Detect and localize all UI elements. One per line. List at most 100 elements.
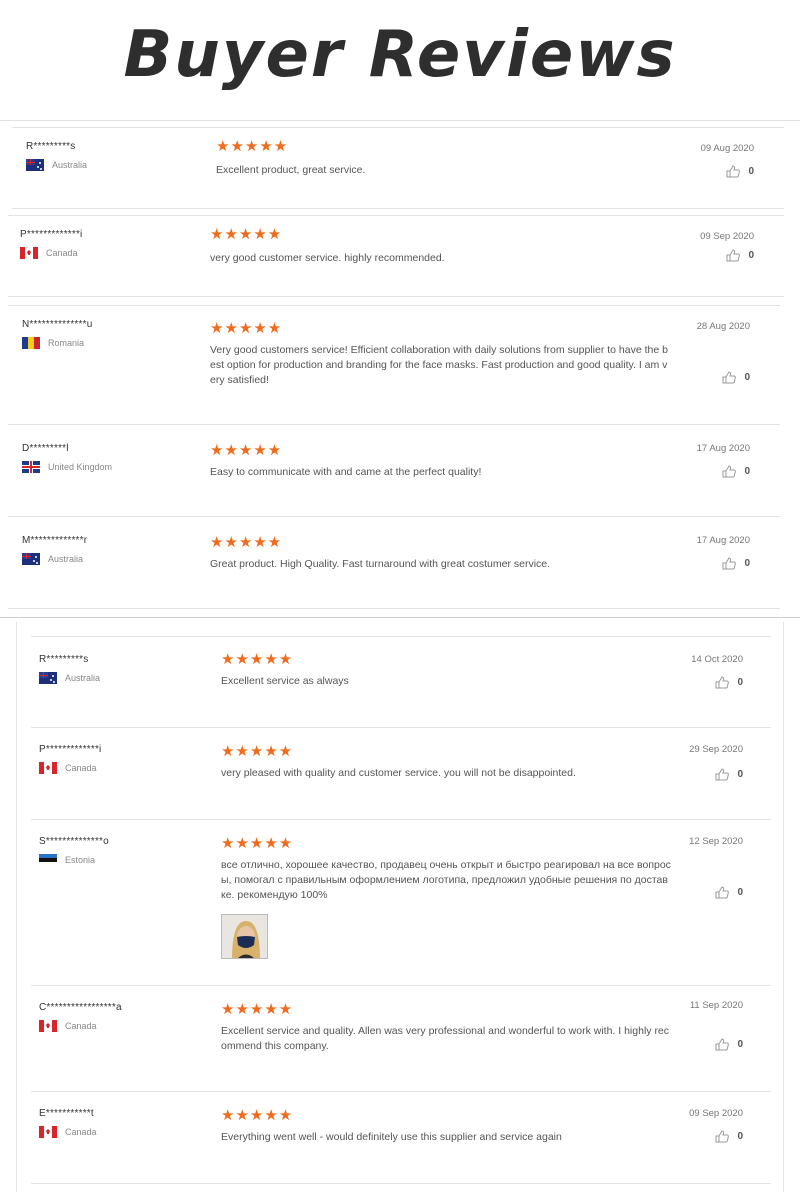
review-item: E***********t Canada ★★★★★ Everything we… <box>31 1092 771 1184</box>
star-rating: ★★★★★ <box>210 320 283 337</box>
canada-flag-icon <box>39 762 57 774</box>
star-rating: ★★★★★ <box>210 442 283 459</box>
review-item: P*************i Canada ★★★★★ very good c… <box>8 215 784 297</box>
star-rating: ★★★★★ <box>216 138 289 155</box>
like-count: 0 <box>737 887 743 898</box>
thumbs-up-icon <box>715 768 730 781</box>
buyer-name: P*************i <box>20 229 83 240</box>
review-item: R*********s Australia ★★★★★ Excellent se… <box>31 636 771 728</box>
review-photo-thumbnail[interactable] <box>221 914 268 959</box>
review-item: R*********s Australia ★★★★★ Excellent pr… <box>12 127 784 209</box>
thumbs-up-icon <box>715 1038 730 1051</box>
review-date: 28 Aug 2020 <box>696 321 750 332</box>
country-label: Australia <box>52 160 88 170</box>
star-rating: ★★★★★ <box>221 1001 294 1018</box>
like-button[interactable]: 0 <box>715 768 743 781</box>
buyer-country: United Kingdom <box>22 461 112 473</box>
masked-person-photo <box>222 915 267 958</box>
review-text: Easy to communicate with and came at the… <box>210 466 482 478</box>
review-item: N**************u Romania ★★★★★ Very good… <box>8 305 780 425</box>
review-text: Very good customers service! Efficient c… <box>210 344 668 386</box>
country-label: Australia <box>65 673 101 683</box>
review-item: S**************o Estonia ★★★★★ все отлич… <box>31 820 771 986</box>
thumbs-up-icon <box>715 1130 730 1143</box>
buyer-name: S**************o <box>39 836 109 847</box>
romania-flag-icon <box>22 337 40 349</box>
review-text: Everything went well - would definitely … <box>221 1131 562 1143</box>
country-label: Canada <box>65 1021 97 1031</box>
like-button[interactable]: 0 <box>715 886 743 899</box>
review-text: Excellent service and quality. Allen was… <box>221 1025 670 1052</box>
review-text: Great product. High Quality. Fast turnar… <box>210 558 551 570</box>
review-text: все отлично, хорошее качество, продавец … <box>221 859 671 901</box>
canada-flag-icon <box>39 1020 57 1032</box>
review-date: 14 Oct 2020 <box>691 654 743 665</box>
page-title: Buyer Reviews <box>123 18 677 92</box>
review-text: Excellent product, great service. <box>216 164 366 176</box>
star-rating: ★★★★★ <box>221 743 294 760</box>
review-date: 17 Aug 2020 <box>696 535 750 546</box>
thumbs-up-icon <box>722 557 737 570</box>
buyer-country: Australia <box>26 159 87 171</box>
country-label: Australia <box>48 554 84 564</box>
buyer-country: Canada <box>39 1126 97 1138</box>
review-date: 17 Aug 2020 <box>696 443 750 454</box>
star-rating: ★★★★★ <box>221 651 294 668</box>
country-label: Canada <box>65 1127 97 1137</box>
review-date: 12 Sep 2020 <box>689 836 743 847</box>
country-label: Romania <box>48 338 85 348</box>
thumbs-up-icon <box>715 676 730 689</box>
reviews-panel-2: R*********s Australia ★★★★★ Excellent se… <box>16 622 784 1192</box>
like-count: 0 <box>748 166 754 177</box>
buyer-country: Canada <box>39 1020 97 1032</box>
country-label: Estonia <box>65 855 96 865</box>
review-date: 11 Sep 2020 <box>689 1000 743 1011</box>
review-item: P*************i Canada ★★★★★ very please… <box>31 728 771 820</box>
review-text: very good customer service. highly recom… <box>210 252 445 264</box>
like-count: 0 <box>748 250 754 261</box>
like-count: 0 <box>737 1039 743 1050</box>
thumbs-up-icon <box>726 249 741 262</box>
like-count: 0 <box>744 466 750 477</box>
star-rating: ★★★★★ <box>210 226 283 243</box>
like-button[interactable]: 0 <box>722 465 750 478</box>
buyer-country: Estonia <box>39 854 95 866</box>
buyer-name: N**************u <box>22 319 93 330</box>
like-button[interactable]: 0 <box>726 165 754 178</box>
buyer-name: E***********t <box>39 1108 94 1119</box>
country-label: Canada <box>65 763 97 773</box>
buyer-name: M*************r <box>22 535 88 546</box>
review-date: 29 Sep 2020 <box>689 744 743 755</box>
review-item: M*************r Australia ★★★★★ Great pr… <box>8 517 780 609</box>
australia-flag-icon <box>26 159 44 171</box>
star-rating: ★★★★★ <box>221 835 294 852</box>
buyer-name: D*********l <box>22 443 69 454</box>
australia-flag-icon <box>22 553 40 565</box>
australia-flag-icon <box>39 672 57 684</box>
review-date: 09 Aug 2020 <box>700 143 754 154</box>
buyer-name: R*********s <box>26 141 76 152</box>
estonia-flag-icon <box>39 854 57 866</box>
like-count: 0 <box>744 558 750 569</box>
like-button[interactable]: 0 <box>722 557 750 570</box>
buyer-country: Canada <box>39 762 97 774</box>
buyer-country: Australia <box>22 553 83 565</box>
like-button[interactable]: 0 <box>715 676 743 689</box>
review-date: 09 Sep 2020 <box>689 1108 743 1119</box>
buyer-country: Australia <box>39 672 100 684</box>
canada-flag-icon <box>39 1126 57 1138</box>
like-button[interactable]: 0 <box>715 1130 743 1143</box>
review-date: 09 Sep 2020 <box>700 231 754 242</box>
buyer-country: Canada <box>20 247 78 259</box>
review-text: very pleased with quality and customer s… <box>221 767 576 779</box>
like-button[interactable]: 0 <box>726 249 754 262</box>
buyer-country: Romania <box>22 337 84 349</box>
buyer-name: C*****************a <box>39 1002 122 1013</box>
review-item: D*********l United Kingdom ★★★★★ Easy to… <box>8 425 780 517</box>
like-button[interactable]: 0 <box>722 371 750 384</box>
reviews-panel-1: R*********s Australia ★★★★★ Excellent pr… <box>0 120 800 618</box>
united-kingdom-flag-icon <box>22 461 40 473</box>
like-button[interactable]: 0 <box>715 1038 743 1051</box>
like-count: 0 <box>737 1131 743 1142</box>
review-text: Excellent service as always <box>221 675 349 687</box>
